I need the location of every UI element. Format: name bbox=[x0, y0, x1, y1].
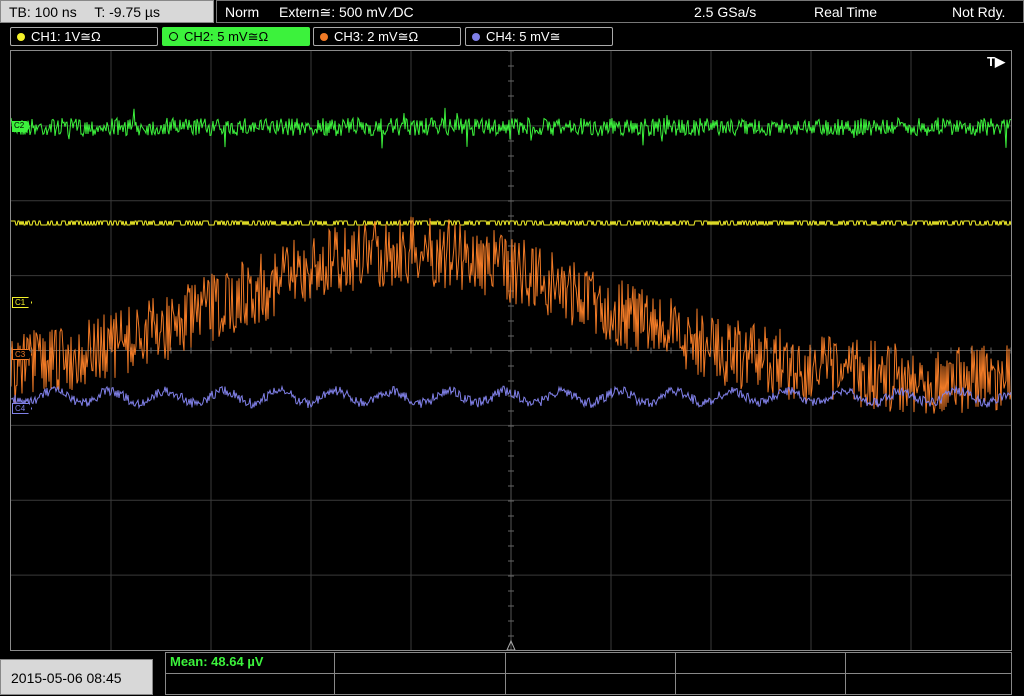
channel-2-dot-icon bbox=[169, 32, 178, 41]
waveform-canvas bbox=[11, 51, 1011, 650]
run-state: Not Rdy. bbox=[952, 4, 1006, 20]
channel-3-dot-icon bbox=[320, 33, 328, 41]
trigger-source: Extern≅: 500 mV ⁄DC bbox=[279, 4, 414, 20]
measurement-cell-7[interactable] bbox=[506, 674, 676, 695]
channel-2-button[interactable]: CH2: 5 mV≅Ω bbox=[162, 27, 310, 46]
channel-2-offset-marker[interactable]: C2 bbox=[12, 121, 31, 132]
waveform-display[interactable]: T▶ C2 C1 C3 C4 bbox=[10, 50, 1012, 651]
channel-3-button[interactable]: CH3: 2 mV≅Ω bbox=[313, 27, 461, 46]
sample-rate: 2.5 GSa/s bbox=[694, 4, 757, 20]
measurement-cell-4[interactable] bbox=[676, 653, 846, 673]
channel-1-button[interactable]: CH1: 1V≅Ω bbox=[10, 27, 158, 46]
bottom-bar: 2015-05-06 08:45 Mean: 48.64 µV bbox=[0, 652, 1024, 695]
channel-1-dot-icon bbox=[17, 33, 25, 41]
acquisition-mode: Real Time bbox=[814, 4, 878, 20]
channel-bar: CH1: 1V≅Ω CH2: 5 mV≅Ω CH3: 2 mV≅Ω CH4: 5… bbox=[0, 25, 1024, 47]
measurement-cell-6[interactable] bbox=[335, 674, 506, 695]
channel-1-offset-marker[interactable]: C1 bbox=[12, 297, 33, 308]
channel-4-button[interactable]: CH4: 5 mV≅ bbox=[465, 27, 613, 46]
mean-measurement: Mean: 48.64 µV bbox=[170, 654, 264, 669]
channel-2-label: CH2: 5 mV≅Ω bbox=[184, 29, 269, 44]
timebase-readout[interactable]: TB: 100 ns T: -9.75 µs bbox=[0, 0, 214, 23]
channel-1-label: CH1: 1V≅Ω bbox=[31, 29, 101, 44]
timebase-value: TB: 100 ns bbox=[9, 4, 77, 20]
channel-3-offset-marker[interactable]: C3 bbox=[12, 349, 33, 360]
time-offset-value: T: -9.75 µs bbox=[94, 4, 160, 20]
status-bar: TB: 100 ns T: -9.75 µs Norm Extern≅: 500… bbox=[0, 0, 1024, 24]
channel-3-label: CH3: 2 mV≅Ω bbox=[334, 29, 419, 44]
date-time: 2015-05-06 08:45 bbox=[0, 659, 153, 695]
channel-4-dot-icon bbox=[472, 33, 480, 41]
measurement-panel[interactable]: Mean: 48.64 µV bbox=[165, 652, 1012, 695]
measurement-cell-3[interactable] bbox=[506, 653, 676, 673]
channel-4-label: CH4: 5 mV≅ bbox=[486, 29, 561, 44]
trigger-readout[interactable]: Norm Extern≅: 500 mV ⁄DC 2.5 GSa/s Real … bbox=[216, 0, 1024, 23]
measurement-cell-1[interactable]: Mean: 48.64 µV bbox=[166, 653, 335, 673]
measurement-cell-5[interactable] bbox=[166, 674, 335, 695]
measurement-cell-2[interactable] bbox=[335, 653, 506, 673]
measurement-cell-8[interactable] bbox=[676, 674, 846, 695]
channel-4-offset-marker[interactable]: C4 bbox=[12, 403, 33, 414]
trigger-mode: Norm bbox=[225, 4, 260, 20]
trigger-position-marker[interactable]: T▶ bbox=[987, 54, 1005, 70]
